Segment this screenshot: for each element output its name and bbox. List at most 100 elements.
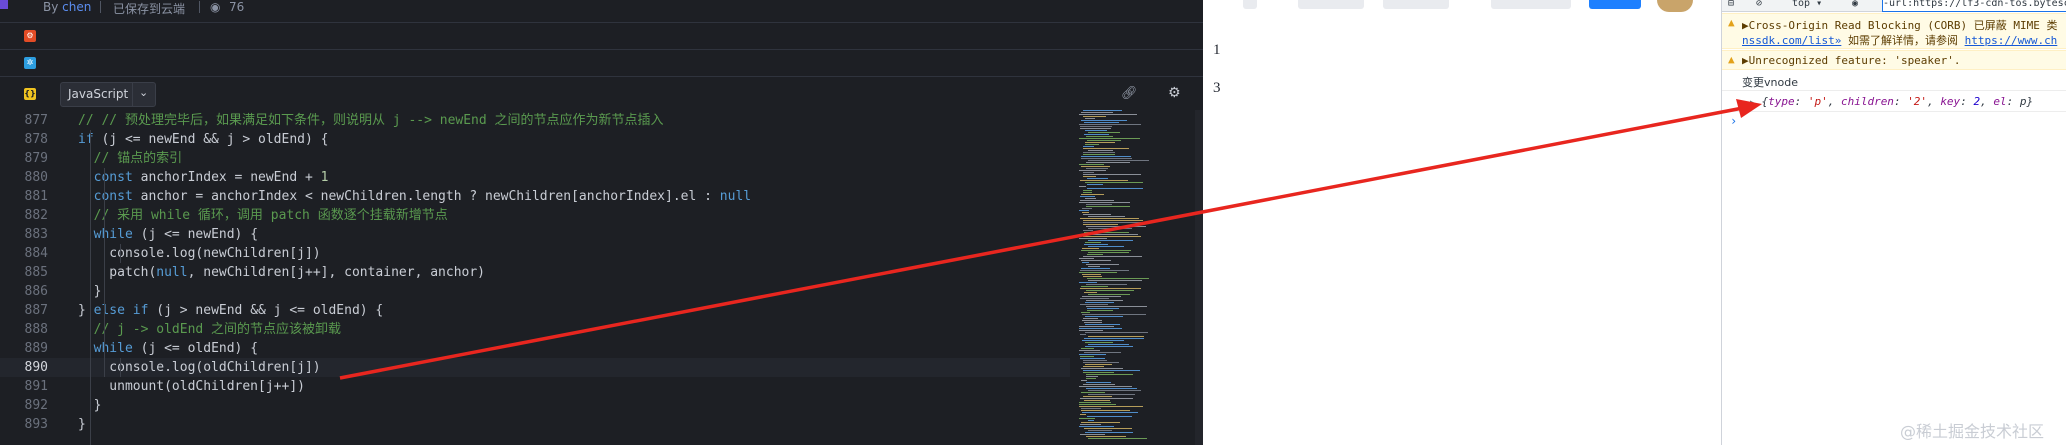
- code-line[interactable]: 878 if (j <= newEnd && j > oldEnd) {: [0, 130, 1070, 149]
- toolbar-button[interactable]: [1298, 0, 1364, 9]
- context-select[interactable]: top ▾: [1792, 0, 1822, 9]
- code-line[interactable]: 891 unmount(oldChildren[j++]): [0, 377, 1070, 396]
- console-object-log[interactable]: ▶ {type: 'p', children: '2', key: 2, el:…: [1722, 91, 2066, 112]
- code-text[interactable]: // 采用 while 循环，调用 patch 函数逐个挂载新增节点: [78, 206, 448, 225]
- minimap-line: [1088, 294, 1130, 295]
- code-text[interactable]: }: [78, 415, 86, 434]
- code-text[interactable]: while (j <= oldEnd) {: [78, 339, 258, 358]
- publish-button[interactable]: [1589, 0, 1641, 9]
- line-number: 890: [24, 360, 48, 375]
- code-line[interactable]: 890 console.log(oldChildren[j]): [0, 358, 1070, 377]
- console-log: 变更vnode: [1722, 70, 2066, 91]
- source-link[interactable]: nssdk.com/list»: [1742, 34, 1841, 47]
- toolbar-button[interactable]: [1243, 0, 1257, 9]
- code-line[interactable]: 884 console.log(newChildren[j]): [0, 244, 1070, 263]
- file-tab-css[interactable]: ✲: [0, 50, 1203, 76]
- minimap-line: [1086, 226, 1146, 227]
- minimap-line: [1083, 224, 1118, 225]
- console-filter-input[interactable]: -url:https://lf3-cdn-tos.bytescm.com: [1882, 0, 2066, 12]
- code-editor-pane: By chen 已保存到云端 ◉ 76 ⚙ ✲ {} JavaScript ⌄ …: [0, 0, 1203, 445]
- minimap-line: [1083, 236, 1141, 237]
- gear-icon[interactable]: ⚙: [1168, 85, 1181, 101]
- html-file-icon[interactable]: ⚙: [24, 30, 36, 42]
- minimap-line: [1081, 260, 1111, 261]
- docs-link[interactable]: https://www.ch: [1965, 34, 2058, 47]
- app-logo-icon[interactable]: [0, 0, 8, 9]
- code-minimap[interactable]: [1075, 110, 1203, 445]
- minimap-line: [1080, 180, 1128, 181]
- minimap-line: [1080, 126, 1112, 127]
- console-warning[interactable]: ▲ ▶Cross-Origin Read Blocking (CORB) 已屏蔽…: [1722, 13, 2066, 49]
- toolbar-button[interactable]: [1491, 0, 1571, 9]
- minimap-line: [1081, 392, 1105, 393]
- code-line[interactable]: 893}: [0, 415, 1070, 434]
- code-line[interactable]: 892 }: [0, 396, 1070, 415]
- toolbar-button[interactable]: [1383, 0, 1449, 9]
- log-text: 变更vnode: [1742, 76, 1798, 89]
- code-line[interactable]: 881 const anchor = anchorIndex < newChil…: [0, 187, 1070, 206]
- editor-scrollbar[interactable]: [1195, 110, 1203, 445]
- link-icon[interactable]: 🔗︎: [1121, 86, 1138, 101]
- sidebar-toggle-icon[interactable]: ⊟: [1728, 0, 1734, 9]
- minimap-line: [1083, 172, 1094, 173]
- code-line[interactable]: 882 // 采用 while 循环，调用 patch 函数逐个挂载新增节点: [0, 206, 1070, 225]
- devtools-console: ⊟ ⊘ top ▾ ◉ -url:https://lf3-cdn-tos.byt…: [1721, 0, 2066, 445]
- editor-top-bar: By chen 已保存到云端 ◉ 76: [0, 0, 1203, 17]
- code-line[interactable]: 880 const anchorIndex = newEnd + 1: [0, 168, 1070, 187]
- code-text[interactable]: console.log(oldChildren[j]): [78, 358, 320, 377]
- code-line[interactable]: 877 // // 预处理完毕后，如果满足如下条件，则说明从 j --> newE…: [0, 111, 1070, 130]
- code-line[interactable]: 889 while (j <= oldEnd) {: [0, 339, 1070, 358]
- minimap-line: [1083, 256, 1142, 257]
- code-text[interactable]: } else if (j > newEnd && j <= oldEnd) {: [78, 301, 383, 320]
- minimap-line: [1087, 184, 1103, 185]
- console-prompt[interactable]: ›: [1730, 114, 1737, 128]
- js-file-icon[interactable]: {}: [24, 88, 36, 100]
- code-text[interactable]: console.log(newChildren[j]): [78, 244, 320, 263]
- file-tab-js[interactable]: {}: [0, 78, 1203, 110]
- minimap-line: [1080, 304, 1108, 305]
- minimap-line: [1086, 204, 1112, 205]
- minimap-line: [1084, 322, 1102, 323]
- code-line[interactable]: 888 // j -> oldEnd 之间的节点应该被卸载: [0, 320, 1070, 339]
- code-text[interactable]: unmount(oldChildren[j++]): [78, 377, 305, 396]
- line-number: 884: [24, 246, 48, 261]
- code-text[interactable]: if (j <= newEnd && j > oldEnd) {: [78, 130, 328, 149]
- eye-icon[interactable]: ◉: [1852, 0, 1858, 9]
- minimap-line: [1088, 430, 1112, 431]
- chevron-down-icon[interactable]: ⌄: [139, 86, 148, 99]
- minimap-line: [1082, 412, 1138, 413]
- expand-triangle-icon[interactable]: ▶: [1750, 98, 1755, 107]
- code-text[interactable]: const anchorIndex = newEnd + 1: [78, 168, 329, 187]
- minimap-line: [1085, 302, 1114, 303]
- code-text[interactable]: const anchor = anchorIndex < newChildren…: [78, 187, 751, 206]
- code-text[interactable]: patch(null, newChildren[j++], container,…: [78, 263, 485, 282]
- minimap-line: [1079, 350, 1100, 351]
- code-line[interactable]: 879 // 锚点的索引: [0, 149, 1070, 168]
- code-text[interactable]: // // 预处理完毕后，如果满足如下条件，则说明从 j --> newEnd …: [78, 111, 664, 130]
- avatar[interactable]: [1657, 0, 1693, 12]
- minimap-line: [1079, 426, 1114, 427]
- file-tab-html[interactable]: ⚙: [0, 23, 1203, 49]
- minimap-line: [1081, 408, 1101, 409]
- code-line[interactable]: 883 while (j <= newEnd) {: [0, 225, 1070, 244]
- object-preview[interactable]: ▶ {type: 'p', children: '2', key: 2, el:…: [1750, 95, 2033, 108]
- code-text[interactable]: while (j <= newEnd) {: [78, 225, 258, 244]
- minimap-line: [1080, 424, 1101, 425]
- code-area[interactable]: 877 // // 预处理完毕后，如果满足如下条件，则说明从 j --> newE…: [0, 110, 1070, 445]
- css-file-icon[interactable]: ✲: [24, 57, 36, 69]
- minimap-line: [1083, 366, 1104, 367]
- language-select[interactable]: JavaScript ⌄: [60, 82, 156, 107]
- code-text[interactable]: // 锚点的索引: [78, 149, 183, 168]
- minimap-line: [1083, 116, 1106, 117]
- code-line[interactable]: 885 patch(null, newChildren[j++], contai…: [0, 263, 1070, 282]
- console-warning[interactable]: ▲ ▶Unrecognized feature: 'speaker'.: [1722, 50, 2066, 70]
- clear-console-icon[interactable]: ⊘: [1756, 0, 1762, 9]
- minimap-line: [1087, 278, 1149, 279]
- code-line[interactable]: 886 }: [0, 282, 1070, 301]
- author-link[interactable]: chen: [62, 0, 91, 14]
- minimap-line: [1083, 190, 1092, 191]
- minimap-line: [1081, 268, 1110, 269]
- minimap-line: [1083, 372, 1114, 373]
- code-line[interactable]: 887} else if (j > newEnd && j <= oldEnd)…: [0, 301, 1070, 320]
- code-text[interactable]: // j -> oldEnd 之间的节点应该被卸载: [78, 320, 341, 339]
